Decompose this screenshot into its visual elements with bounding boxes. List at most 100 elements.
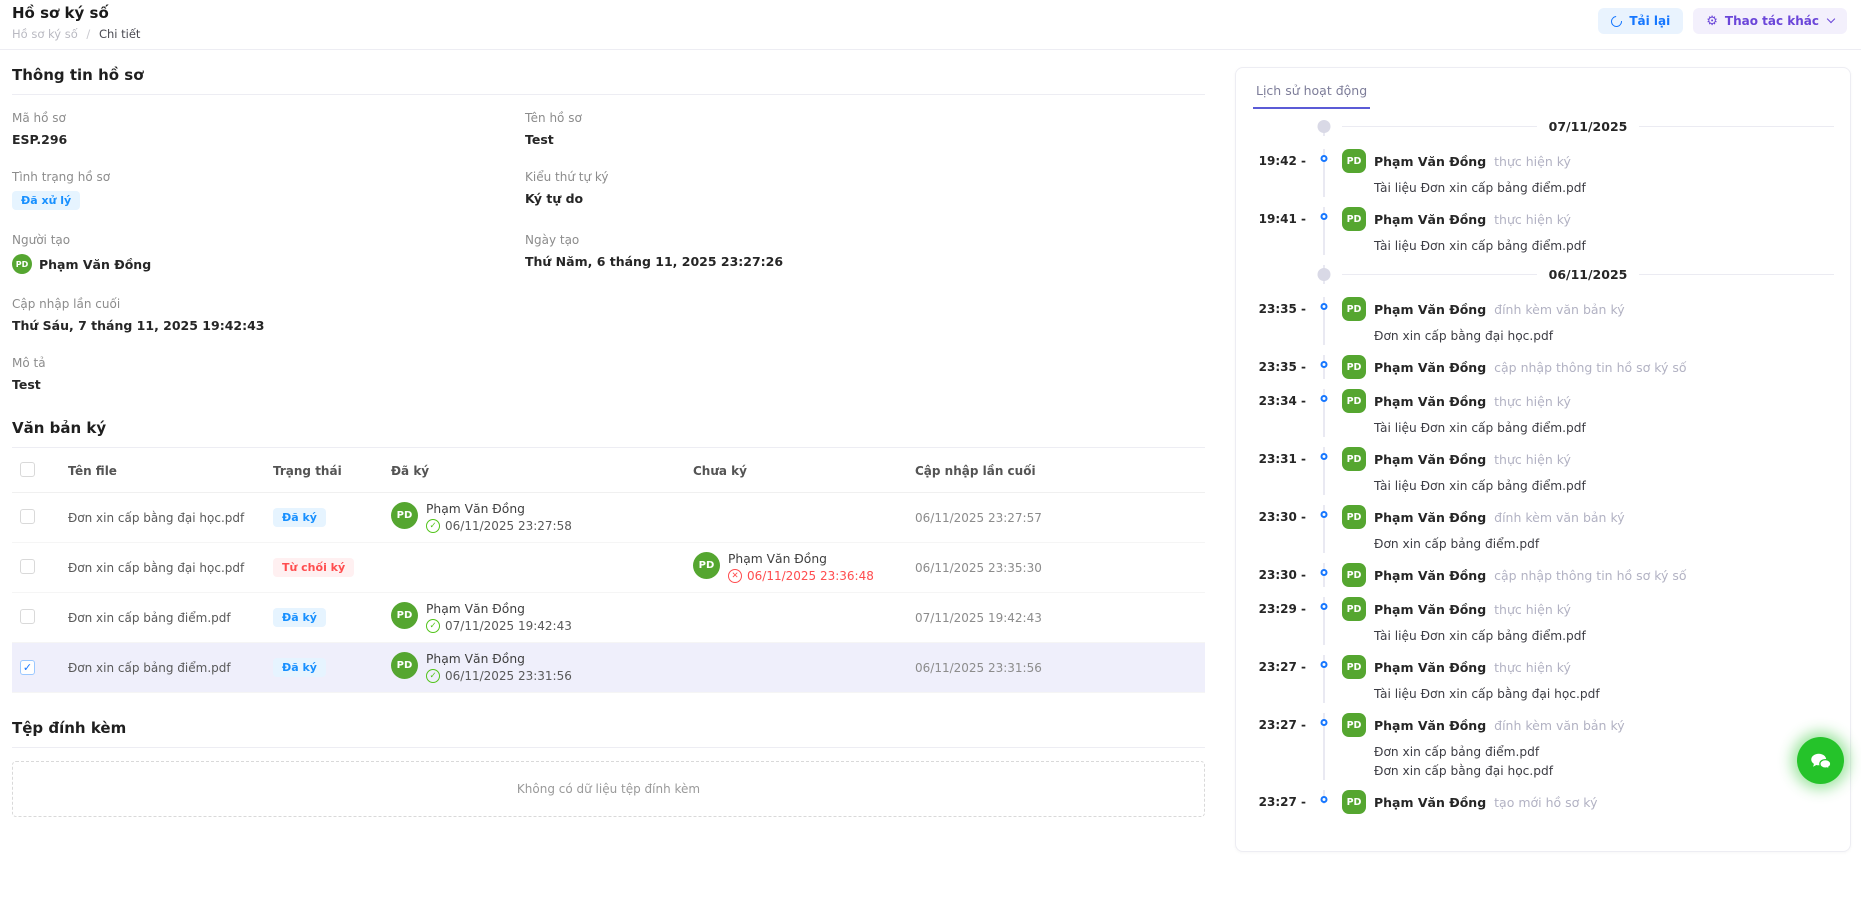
avatar: PD [1342, 597, 1366, 621]
documents-table: Tên file Trạng thái Đã ký Chưa ký Cập nh… [12, 450, 1205, 693]
field-creator: Người tạo PD Phạm Văn Đồng [12, 233, 525, 274]
table-row-selected[interactable]: ✓ Đơn xin cấp bảng điểm.pdf Đã ký PD Phạ… [12, 643, 1205, 693]
attachments-section: Tệp đính kèm Không có dữ liệu tệp đính k… [12, 719, 1205, 817]
field-record-status: Tình trạng hồ sơ Đã xử lý [12, 170, 525, 210]
timeline-node-icon [1321, 395, 1328, 402]
avatar: PD [1342, 207, 1366, 231]
signed-documents-section: Văn bản ký Tên file Trạng thái Đã ký Chư… [12, 419, 1205, 693]
breadcrumb: Hồ sơ ký số / Chi tiết [12, 27, 140, 41]
avatar: PD [1342, 563, 1366, 587]
field-record-code: Mã hồ sơ ESP.296 [12, 111, 525, 147]
activity-entry: 23:35 - PD Phạm Văn Đồng cập nhập thông … [1252, 355, 1834, 389]
chat-bubbles-icon [1808, 748, 1834, 774]
last-updated: 06/11/2025 23:35:30 [907, 543, 1205, 593]
table-header-row: Tên file Trạng thái Đã ký Chưa ký Cập nh… [12, 450, 1205, 493]
activity-history-panel: Lịch sử hoạt động 07/11/2025 19:42 - PD … [1235, 67, 1851, 852]
page-header: Hồ sơ ký số Hồ sơ ký số / Chi tiết Tải l… [0, 0, 1861, 50]
tab-activity-history[interactable]: Lịch sử hoạt động [1253, 81, 1370, 109]
timeline-node-icon [1321, 511, 1328, 518]
row-checkbox[interactable] [20, 609, 35, 624]
activity-timeline: 07/11/2025 19:42 - PD Phạm Văn Đồng thực… [1252, 117, 1834, 824]
avatar: PD [391, 602, 418, 629]
avatar: PD [1342, 447, 1366, 471]
timeline-date-divider: 06/11/2025 [1252, 265, 1834, 297]
col-signed: Đã ký [383, 450, 685, 493]
timeline-node-icon [1321, 719, 1328, 726]
timeline-node-icon [1321, 155, 1328, 162]
record-info-title: Thông tin hồ sơ [12, 66, 1205, 95]
more-actions-button[interactable]: ⚙ Thao tác khác [1693, 8, 1847, 34]
file-name[interactable]: Đơn xin cấp bằng đại học.pdf [60, 493, 265, 543]
activity-entry: 23:35 - PD Phạm Văn Đồng đính kèm văn bả… [1252, 297, 1834, 355]
activity-doc: Đơn xin cấp bằng đại học.pdf [1374, 328, 1834, 345]
activity-doc: Đơn xin cấp bảng điểm.pdf [1374, 744, 1834, 761]
last-updated: 07/11/2025 19:42:43 [907, 593, 1205, 643]
main-content: Thông tin hồ sơ Mã hồ sơ ESP.296 Tên hồ … [0, 50, 1861, 852]
signed-by: PD Phạm Văn Đồng ✓06/11/2025 23:27:58 [391, 502, 677, 533]
row-checkbox[interactable] [20, 559, 35, 574]
reload-button[interactable]: Tải lại [1598, 8, 1683, 34]
left-column: Thông tin hồ sơ Mã hồ sơ ESP.296 Tên hồ … [12, 66, 1205, 817]
activity-entry: 23:27 - PD Phạm Văn Đồng tạo mới hồ sơ k… [1252, 790, 1834, 824]
date-dot-icon [1318, 120, 1331, 133]
col-last-updated: Cập nhập lần cuối [907, 450, 1205, 493]
table-row[interactable]: Đơn xin cấp bảng điểm.pdf Đã ký PD Phạm … [12, 593, 1205, 643]
timeline-node-icon [1321, 361, 1328, 368]
attachments-title: Tệp đính kèm [12, 719, 1205, 748]
check-circle-icon: ✓ [426, 519, 440, 533]
activity-entry: 23:34 - PD Phạm Văn Đồng thực hiện ký Tà… [1252, 389, 1834, 447]
avatar: PD [1342, 790, 1366, 814]
avatar: PD [693, 552, 720, 579]
activity-entry: 23:31 - PD Phạm Văn Đồng thực hiện ký Tà… [1252, 447, 1834, 505]
file-name[interactable]: Đơn xin cấp bảng điểm.pdf [60, 643, 265, 693]
select-all-checkbox[interactable] [20, 462, 35, 477]
avatar: PD [1342, 389, 1366, 413]
reload-button-label: Tải lại [1629, 14, 1670, 28]
activity-doc: Tài liệu Đơn xin cấp bằng đại học.pdf [1374, 686, 1834, 703]
field-created-date: Ngày tạo Thứ Năm, 6 tháng 11, 2025 23:27… [525, 233, 1205, 274]
status-badge: Đã ký [273, 508, 326, 527]
col-file-name: Tên file [60, 450, 265, 493]
field-description: Mô tả Test [12, 356, 525, 392]
file-name[interactable]: Đơn xin cấp bằng đại học.pdf [60, 543, 265, 593]
more-actions-label: Thao tác khác [1725, 14, 1819, 28]
avatar: PD [391, 652, 418, 679]
check-circle-icon: ✓ [426, 669, 440, 683]
attachments-empty-state: Không có dữ liệu tệp đính kèm [12, 761, 1205, 817]
table-row[interactable]: Đơn xin cấp bằng đại học.pdf Từ chối ký … [12, 543, 1205, 593]
activity-entry: 23:27 - PD Phạm Văn Đồng thực hiện ký Tà… [1252, 655, 1834, 713]
table-row[interactable]: Đơn xin cấp bằng đại học.pdf Đã ký PD Ph… [12, 493, 1205, 543]
col-status: Trạng thái [265, 450, 383, 493]
avatar: PD [391, 502, 418, 529]
grid-spacer [525, 297, 1205, 333]
avatar: PD [12, 254, 32, 274]
signed-documents-title: Văn bản ký [12, 419, 1205, 448]
timeline-rail [1312, 117, 1336, 136]
row-checkbox[interactable] [20, 509, 35, 524]
activity-entry: 19:42 - PD Phạm Văn Đồng thực hiện ký Tà… [1252, 149, 1834, 207]
timeline-node-icon [1321, 796, 1328, 803]
signed-by: PD Phạm Văn Đồng ✓06/11/2025 23:31:56 [391, 652, 677, 683]
timeline-node-icon [1321, 453, 1328, 460]
file-name[interactable]: Đơn xin cấp bảng điểm.pdf [60, 593, 265, 643]
chat-button[interactable] [1797, 737, 1844, 784]
avatar: PD [1342, 149, 1366, 173]
activity-entry: 23:27 - PD Phạm Văn Đồng đính kèm văn bả… [1252, 713, 1834, 790]
activity-doc: Tài liệu Đơn xin cấp bảng điểm.pdf [1374, 420, 1834, 437]
activity-entry: 23:30 - PD Phạm Văn Đồng đính kèm văn bả… [1252, 505, 1834, 563]
timeline-node-icon [1321, 213, 1328, 220]
timeline-node-icon [1321, 603, 1328, 610]
unsigned-by: PD Phạm Văn Đồng ✕06/11/2025 23:36:48 [693, 552, 899, 583]
last-updated: 06/11/2025 23:27:57 [907, 493, 1205, 543]
activity-doc: Đơn xin cấp bảng điểm.pdf [1374, 536, 1834, 553]
timeline-node-icon [1321, 569, 1328, 576]
breadcrumb-root[interactable]: Hồ sơ ký số [12, 27, 78, 41]
activity-doc: Đơn xin cấp bằng đại học.pdf [1374, 763, 1834, 780]
activity-entry: 19:41 - PD Phạm Văn Đồng thực hiện ký Tà… [1252, 207, 1834, 265]
breadcrumb-separator: / [86, 27, 90, 41]
row-checkbox-checked[interactable]: ✓ [20, 660, 35, 675]
avatar: PD [1342, 505, 1366, 529]
avatar: PD [1342, 655, 1366, 679]
field-sign-order-type: Kiểu thứ tự ký Ký tự do [525, 170, 1205, 210]
record-info-grid: Mã hồ sơ ESP.296 Tên hồ sơ Test Tình trạ… [12, 111, 1205, 392]
